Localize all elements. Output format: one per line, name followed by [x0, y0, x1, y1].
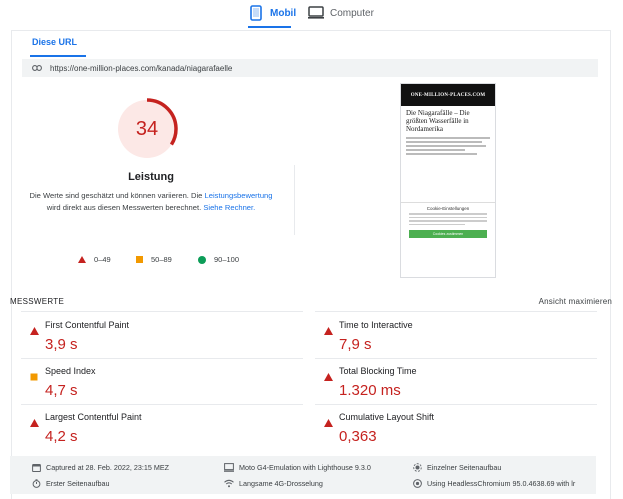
pageload-icon	[413, 463, 422, 472]
fail-triangle-icon	[30, 414, 39, 432]
legend-poor-label: 0–49	[94, 255, 111, 264]
footer-item-browser: Using HeadlessChromium 95.0.4638.69 with…	[413, 479, 575, 488]
runtime-settings: Captured at 28. Feb. 2022, 23:15 MEZ Mot…	[10, 456, 596, 494]
divider	[21, 311, 303, 312]
preview-cookie-dialog: Cookie-Einstellungen Cookies zustimmen	[401, 202, 495, 277]
tab-computer[interactable]: Computer	[308, 5, 374, 21]
legend-good: 90–100	[198, 255, 239, 264]
footer-text: Using HeadlessChromium 95.0.4638.69 with…	[427, 479, 576, 488]
performance-title: Leistung	[128, 171, 174, 183]
metric-name: Total Blocking Time	[339, 366, 417, 376]
preview-cookie-title: Cookie-Einstellungen	[426, 206, 470, 211]
metric-name: Speed Index	[45, 366, 96, 376]
tab-this-url[interactable]: Diese URL	[32, 37, 77, 47]
footer-item-captured: Captured at 28. Feb. 2022, 23:15 MEZ	[32, 463, 169, 472]
url-bar: https://one-million-places.com/kanada/ni…	[22, 59, 598, 77]
page-url[interactable]: https://one-million-places.com/kanada/ni…	[50, 64, 232, 73]
metric-lcp: Largest Contentful Paint 4,2 s	[21, 412, 301, 457]
footer-item-pageload: Einzelner Seitenaufbau	[413, 463, 501, 472]
square-icon	[136, 256, 143, 263]
preview-cookie-button: Cookies zustimmen	[409, 230, 487, 238]
preview-logo: ONE-MILLION-PLACES.COM	[410, 92, 486, 98]
metric-value: 0,363	[339, 428, 377, 445]
performance-description: Die Werte sind geschätzt und können vari…	[20, 190, 282, 214]
tab-mobile[interactable]: Mobil	[248, 5, 296, 21]
tab-computer-label: Computer	[330, 7, 374, 19]
legend-poor: 0–49	[78, 255, 111, 264]
url-tab-indicator	[30, 55, 86, 57]
average-square-icon	[30, 368, 38, 386]
score-legend: 0–49 50–89 90–100	[60, 255, 260, 267]
footer-text: Langsame 4G-Drosselung	[239, 479, 323, 488]
stopwatch-icon	[32, 479, 41, 488]
preview-header: ONE-MILLION-PLACES.COM	[401, 84, 495, 106]
fail-triangle-icon	[324, 368, 333, 386]
scoring-link[interactable]: Leistungsbewertung	[205, 191, 273, 200]
preview-text-lines	[406, 137, 490, 155]
fail-triangle-icon	[30, 322, 39, 340]
triangle-icon	[78, 256, 86, 263]
legend-average: 50–89	[136, 255, 172, 264]
device-tabs: Mobil Computer	[0, 0, 623, 28]
footer-text: Captured at 28. Feb. 2022, 23:15 MEZ	[46, 463, 170, 472]
metric-name: First Contentful Paint	[45, 320, 130, 330]
divider	[315, 311, 597, 312]
wifi-icon	[224, 479, 234, 488]
tab-mobile-label: Mobil	[270, 7, 297, 19]
legend-good-label: 90–100	[214, 255, 240, 264]
divider	[21, 358, 303, 359]
metrics-header: MESSWERTE	[10, 297, 65, 306]
divider	[315, 358, 597, 359]
footer-item-first-load: Erster Seitenaufbau	[32, 479, 110, 488]
performance-score: 34	[135, 118, 159, 140]
fail-triangle-icon	[324, 322, 333, 340]
divider	[315, 404, 597, 405]
desc-text-1: Die Werte sind geschätzt und können vari…	[29, 191, 205, 200]
circle-icon	[198, 255, 206, 264]
metric-cls: Cumulative Layout Shift 0,363	[315, 412, 595, 457]
metric-name: Time to Interactive	[339, 320, 413, 330]
desc-text-2: wird direkt aus diesen Messwerten berech…	[46, 203, 204, 212]
metric-name: Largest Contentful Paint	[45, 412, 142, 422]
footer-text: Erster Seitenaufbau	[46, 479, 110, 488]
footer-item-device: Moto G4-Emulation with Lighthouse 9.3.0	[224, 463, 371, 472]
expand-view-button[interactable]: Ansicht maximieren	[539, 297, 612, 306]
preview-title: Die Niagarafälle – Die größten Wasserfäl…	[406, 109, 470, 133]
metric-value: 3,9 s	[45, 336, 78, 353]
calendar-icon	[32, 464, 41, 472]
metric-value: 4,7 s	[45, 382, 78, 399]
device-icon	[224, 463, 234, 472]
calculator-link[interactable]: Siehe Rechner.	[203, 203, 255, 212]
link-icon	[32, 64, 42, 73]
divider	[294, 165, 295, 235]
page-screenshot-preview: ONE-MILLION-PLACES.COM Die Niagarafälle …	[400, 83, 496, 278]
metric-value: 1.320 ms	[339, 382, 401, 399]
fail-triangle-icon	[324, 414, 333, 432]
monitor-icon	[308, 5, 324, 21]
footer-text: Einzelner Seitenaufbau	[427, 463, 502, 472]
legend-average-label: 50–89	[151, 255, 172, 264]
metric-name: Cumulative Layout Shift	[339, 412, 435, 422]
divider	[21, 404, 303, 405]
metric-value: 4,2 s	[45, 428, 78, 445]
footer-item-throttling: Langsame 4G-Drosselung	[224, 479, 323, 488]
footer-text: Moto G4-Emulation with Lighthouse 9.3.0	[239, 463, 371, 472]
smartphone-icon	[248, 5, 264, 21]
metric-value: 7,9 s	[339, 336, 372, 353]
browser-icon	[413, 479, 422, 488]
active-tab-indicator	[248, 26, 291, 28]
